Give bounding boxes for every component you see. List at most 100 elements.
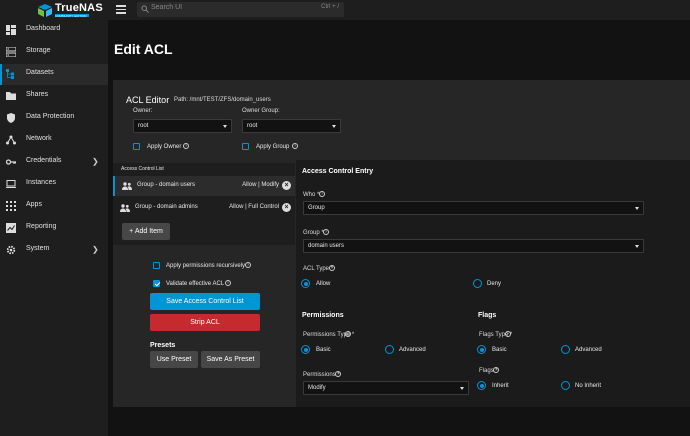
owner-label: Owner: <box>133 108 153 114</box>
remove-item-icon[interactable]: × <box>282 203 291 212</box>
allow-radio[interactable] <box>301 279 310 288</box>
no-inherit-label: No Inherit <box>575 383 602 389</box>
permissions-select[interactable]: Modify <box>303 381 469 395</box>
search-placeholder: Search UI <box>151 4 183 11</box>
group-icon <box>120 204 130 212</box>
apply-group-label: Apply Group <box>256 144 290 150</box>
acl-item-name: Group - domain users <box>137 182 196 188</box>
shares-icon <box>6 92 16 100</box>
use-preset-button[interactable]: Use Preset <box>150 351 198 368</box>
sidebar-item-label: Reporting <box>26 223 57 230</box>
apply-owner-checkbox[interactable] <box>133 143 140 150</box>
add-item-button[interactable]: + Add Item <box>122 223 170 240</box>
acl-item-permission: Allow | Full Control <box>229 204 279 210</box>
entry-title: Access Control Entry <box>302 168 374 175</box>
group-icon <box>122 182 132 190</box>
no-inherit-radio[interactable] <box>561 381 570 390</box>
help-icon[interactable]: ? <box>319 191 325 197</box>
sidebar-item-shares[interactable]: Shares <box>0 86 108 107</box>
sidebar-item-label: Storage <box>26 47 51 54</box>
permissions-advanced-label: Advanced <box>399 347 426 353</box>
who-select[interactable]: Group <box>303 201 644 215</box>
gear-icon <box>6 245 16 255</box>
owner-group-value: root <box>247 123 258 129</box>
permissions-basic-radio[interactable] <box>301 345 310 354</box>
sidebar-item-datasets[interactable]: Datasets <box>0 64 108 85</box>
menu-toggle-icon[interactable] <box>116 5 126 14</box>
sidebar-item-storage[interactable]: Storage <box>0 42 108 63</box>
key-icon <box>6 159 16 165</box>
inherit-radio[interactable] <box>477 381 486 390</box>
dropdown-caret-icon <box>332 125 336 128</box>
top-bar: TrueNAS COMMUNITY EDITION Search UI Ctrl… <box>0 0 690 20</box>
acl-list-item[interactable]: Group - domain users Allow | Modify × <box>113 176 295 196</box>
apply-group-checkbox[interactable] <box>242 143 249 150</box>
chart-icon <box>6 223 16 233</box>
search-input[interactable]: Search UI Ctrl + / <box>137 2 344 17</box>
sidebar-item-label: Dashboard <box>26 25 61 32</box>
sidebar-item-system[interactable]: System ❯ <box>0 240 108 261</box>
sidebar-item-network[interactable]: Network <box>0 130 108 151</box>
flags-basic-radio[interactable] <box>477 345 486 354</box>
datasets-icon <box>6 69 14 79</box>
sidebar-item-data-protection[interactable]: Data Protection <box>0 108 108 129</box>
allow-label: Allow <box>316 281 331 287</box>
validate-acl-label: Validate effective ACL <box>166 281 225 287</box>
owner-group-label: Owner Group: <box>242 108 280 114</box>
help-icon[interactable]: ? <box>245 262 251 268</box>
dropdown-caret-icon <box>223 125 227 128</box>
help-icon[interactable]: ? <box>493 367 499 373</box>
flags-title: Flags <box>478 312 497 319</box>
sidebar-item-apps[interactable]: Apps <box>0 196 108 217</box>
chevron-right-icon: ❯ <box>92 157 99 166</box>
acl-item-permission: Allow | Modify <box>242 182 279 188</box>
dropdown-caret-icon <box>635 207 639 210</box>
help-icon[interactable]: ? <box>323 229 329 235</box>
apps-icon <box>6 201 16 211</box>
group-label: Group * <box>303 230 324 236</box>
acl-editor-title: ACL Editor <box>126 95 170 105</box>
acl-list-item[interactable]: Group - domain admins Allow | Full Contr… <box>113 198 295 218</box>
truenas-logo-mark-icon <box>38 4 52 17</box>
deny-radio[interactable] <box>473 279 482 288</box>
sidebar-item-credentials[interactable]: Credentials ❯ <box>0 152 108 173</box>
network-icon <box>6 135 16 145</box>
apply-recursive-checkbox[interactable] <box>153 262 160 269</box>
who-value: Group <box>308 205 325 211</box>
sidebar-item-reporting[interactable]: Reporting <box>0 218 108 239</box>
permissions-advanced-radio[interactable] <box>385 345 394 354</box>
help-icon[interactable]: ? <box>292 143 298 149</box>
truenas-logo[interactable]: TrueNAS COMMUNITY EDITION <box>38 2 108 19</box>
remove-item-icon[interactable]: × <box>282 181 291 190</box>
flags-advanced-label: Advanced <box>575 347 602 353</box>
help-icon[interactable]: ? <box>183 143 189 149</box>
owner-select[interactable]: root <box>133 119 232 133</box>
sidebar: Dashboard Storage Datasets Shares Data P… <box>0 20 108 436</box>
save-acl-button[interactable]: Save Access Control List <box>150 293 260 310</box>
owner-group-select[interactable]: root <box>242 119 341 133</box>
apply-recursive-label: Apply permissions recursively <box>166 263 246 269</box>
deny-label: Deny <box>487 281 502 287</box>
help-icon[interactable]: ? <box>505 331 511 337</box>
permissions-basic-label: Basic <box>316 347 331 353</box>
help-icon[interactable]: ? <box>335 371 341 377</box>
logo-text: TrueNAS <box>55 2 103 14</box>
help-icon[interactable]: ? <box>225 280 231 286</box>
storage-icon <box>6 47 16 57</box>
validate-acl-checkbox[interactable] <box>153 280 160 287</box>
sidebar-item-label: Datasets <box>26 69 54 76</box>
sidebar-item-label: Network <box>26 135 52 142</box>
flags-advanced-radio[interactable] <box>561 345 570 354</box>
sidebar-item-label: Instances <box>26 179 56 186</box>
permissions-value: Modify <box>308 385 326 391</box>
sidebar-item-instances[interactable]: Instances <box>0 174 108 195</box>
logo-subtext: COMMUNITY EDITION <box>55 14 89 17</box>
strip-acl-button[interactable]: Strip ACL <box>150 314 260 331</box>
help-icon[interactable]: ? <box>345 331 351 337</box>
save-as-preset-button[interactable]: Save As Preset <box>201 351 260 368</box>
owner-value: root <box>138 123 149 129</box>
help-icon[interactable]: ? <box>329 265 335 271</box>
path-label: Path: /mnt/TEST/ZFS/domain_users <box>174 97 271 103</box>
group-select[interactable]: domain users <box>303 239 644 253</box>
sidebar-item-dashboard[interactable]: Dashboard <box>0 20 108 41</box>
